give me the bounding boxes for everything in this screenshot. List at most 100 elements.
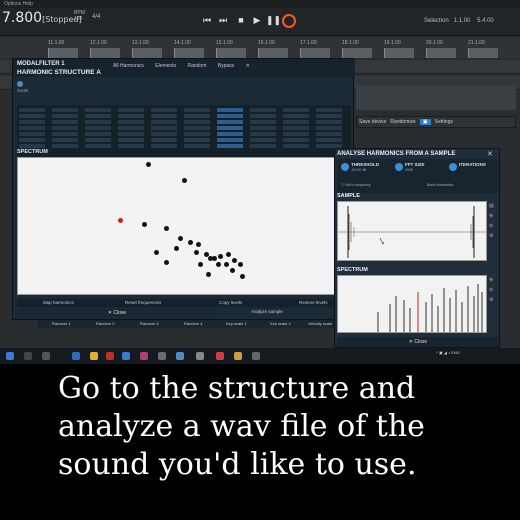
zoom-out-icon[interactable]: ⊖ — [489, 285, 499, 295]
harmonic-cell[interactable] — [184, 126, 210, 130]
harmonic-node[interactable] — [230, 268, 235, 273]
harmonic-cell[interactable] — [283, 138, 309, 142]
zoom-out-icon[interactable]: ⊖ — [489, 221, 499, 231]
app-icon[interactable] — [196, 352, 204, 360]
harmonic-cell[interactable] — [184, 132, 210, 136]
harmonic-cell[interactable] — [151, 108, 177, 112]
random-2-tab[interactable]: Random 2 — [96, 321, 114, 326]
harmonic-cell[interactable] — [250, 138, 276, 142]
track-clip[interactable] — [468, 48, 498, 58]
fft-size-value[interactable]: 4096 — [405, 168, 413, 172]
harmonic-cell[interactable] — [151, 126, 177, 130]
harmonic-node[interactable] — [216, 262, 221, 267]
app-icon[interactable] — [176, 352, 184, 360]
sample-waveform[interactable] — [337, 201, 488, 261]
harmonic-cell[interactable] — [151, 138, 177, 142]
harmonic-cell[interactable] — [184, 108, 210, 112]
velocity-scale-tab[interactable]: Velocity scale — [308, 321, 332, 326]
track-clip[interactable] — [174, 48, 204, 58]
harmonic-node[interactable] — [206, 272, 211, 277]
key-scale-1-tab[interactable]: Key scale 1 — [226, 321, 247, 326]
harmonic-cell[interactable] — [151, 114, 177, 118]
settings-icon[interactable]: ⚙ — [489, 231, 499, 241]
load-icon[interactable]: ▤ — [489, 201, 499, 211]
harmonic-cell[interactable] — [316, 132, 342, 136]
harmonic-cell[interactable] — [52, 108, 78, 112]
harmonic-node[interactable] — [188, 240, 193, 245]
harmonic-cell[interactable] — [283, 132, 309, 136]
harmonic-node[interactable] — [226, 252, 231, 257]
harmonic-cell[interactable] — [316, 114, 342, 118]
harmonic-cell[interactable] — [19, 144, 45, 148]
windows-start-icon[interactable] — [6, 352, 14, 360]
app-icon[interactable] — [252, 352, 260, 360]
harmonic-cell[interactable] — [250, 120, 276, 124]
track-clip[interactable] — [384, 48, 414, 58]
harmonic-node[interactable] — [164, 226, 169, 231]
edge-browser-icon[interactable] — [72, 352, 80, 360]
track-clip[interactable] — [300, 48, 330, 58]
zoom-in-icon[interactable]: ⊕ — [489, 211, 499, 221]
play-icon[interactable]: ▶ — [250, 14, 264, 26]
threshold-knob-icon[interactable] — [341, 163, 349, 171]
harmonic-cell[interactable] — [184, 120, 210, 124]
harmonic-cell[interactable] — [316, 126, 342, 130]
track-clip[interactable] — [90, 48, 120, 58]
zoom-in-icon[interactable]: ⊕ — [489, 275, 499, 285]
close-icon[interactable]: ✕ — [487, 150, 493, 158]
harmonic-node[interactable] — [238, 262, 243, 267]
harmonic-cell[interactable] — [283, 126, 309, 130]
harmonic-cell[interactable] — [85, 138, 111, 142]
harmonic-cell[interactable] — [217, 144, 243, 148]
band-information-button[interactable]: Band information — [427, 183, 453, 187]
track-clip[interactable] — [48, 48, 78, 58]
harmonic-cell[interactable] — [283, 120, 309, 124]
harmonic-cell[interactable] — [151, 120, 177, 124]
harmonic-cell[interactable] — [118, 138, 144, 142]
harmonic-cell[interactable] — [118, 144, 144, 148]
harmonic-node[interactable] — [142, 222, 147, 227]
rewind-icon[interactable]: ⏮ — [200, 14, 214, 26]
harmonic-cell[interactable] — [85, 144, 111, 148]
analyse-close-button[interactable]: ✕ Close — [337, 337, 499, 347]
save-device-button[interactable]: Save device — [359, 119, 386, 125]
harmonic-cell[interactable] — [217, 126, 243, 130]
fast-forward-icon[interactable]: ⏭ — [216, 14, 230, 26]
record-button[interactable] — [282, 14, 296, 28]
harmonic-node[interactable] — [146, 162, 151, 167]
stop-icon[interactable]: ■ — [234, 14, 248, 26]
spectrum-plot[interactable] — [17, 157, 351, 295]
harmonic-cell[interactable] — [118, 132, 144, 136]
harmonic-cell[interactable] — [52, 120, 78, 124]
harmonic-cell[interactable] — [19, 132, 45, 136]
search-icon[interactable] — [24, 352, 32, 360]
harmonic-cell[interactable] — [118, 114, 144, 118]
harmonic-cell[interactable] — [250, 108, 276, 112]
harmonic-cell[interactable] — [250, 144, 276, 148]
harmonic-cell[interactable] — [283, 114, 309, 118]
harmonic-cell[interactable] — [52, 132, 78, 136]
harmonic-cell[interactable] — [118, 108, 144, 112]
reset-frequencies-button[interactable]: Reset frequencies — [125, 300, 161, 305]
track-clip[interactable] — [258, 48, 288, 58]
analyze-sample-button[interactable]: Analyze sample — [251, 309, 283, 314]
fft-size-knob-icon[interactable] — [395, 163, 403, 171]
harmonic-node[interactable] — [182, 178, 187, 183]
harmonic-cell[interactable] — [184, 144, 210, 148]
harmonic-cell[interactable] — [52, 114, 78, 118]
file-explorer-icon[interactable] — [90, 352, 98, 360]
harmonic-cell[interactable] — [52, 138, 78, 142]
random-4-tab[interactable]: Random 4 — [184, 321, 202, 326]
app-icon[interactable] — [216, 352, 224, 360]
harmonic-node[interactable] — [208, 256, 213, 261]
iterations-knob-icon[interactable] — [449, 163, 457, 171]
harmonic-cell[interactable] — [151, 144, 177, 148]
harmonic-cell[interactable] — [85, 114, 111, 118]
harmonic-node[interactable] — [178, 236, 183, 241]
gain-knob-icon[interactable] — [17, 81, 23, 87]
random-1-tab[interactable]: Random 1 — [52, 321, 70, 326]
harmonic-cell[interactable] — [316, 138, 342, 142]
harmonic-cell[interactable] — [217, 114, 243, 118]
harmonic-node[interactable] — [240, 274, 245, 279]
harmonic-cell[interactable] — [316, 108, 342, 112]
